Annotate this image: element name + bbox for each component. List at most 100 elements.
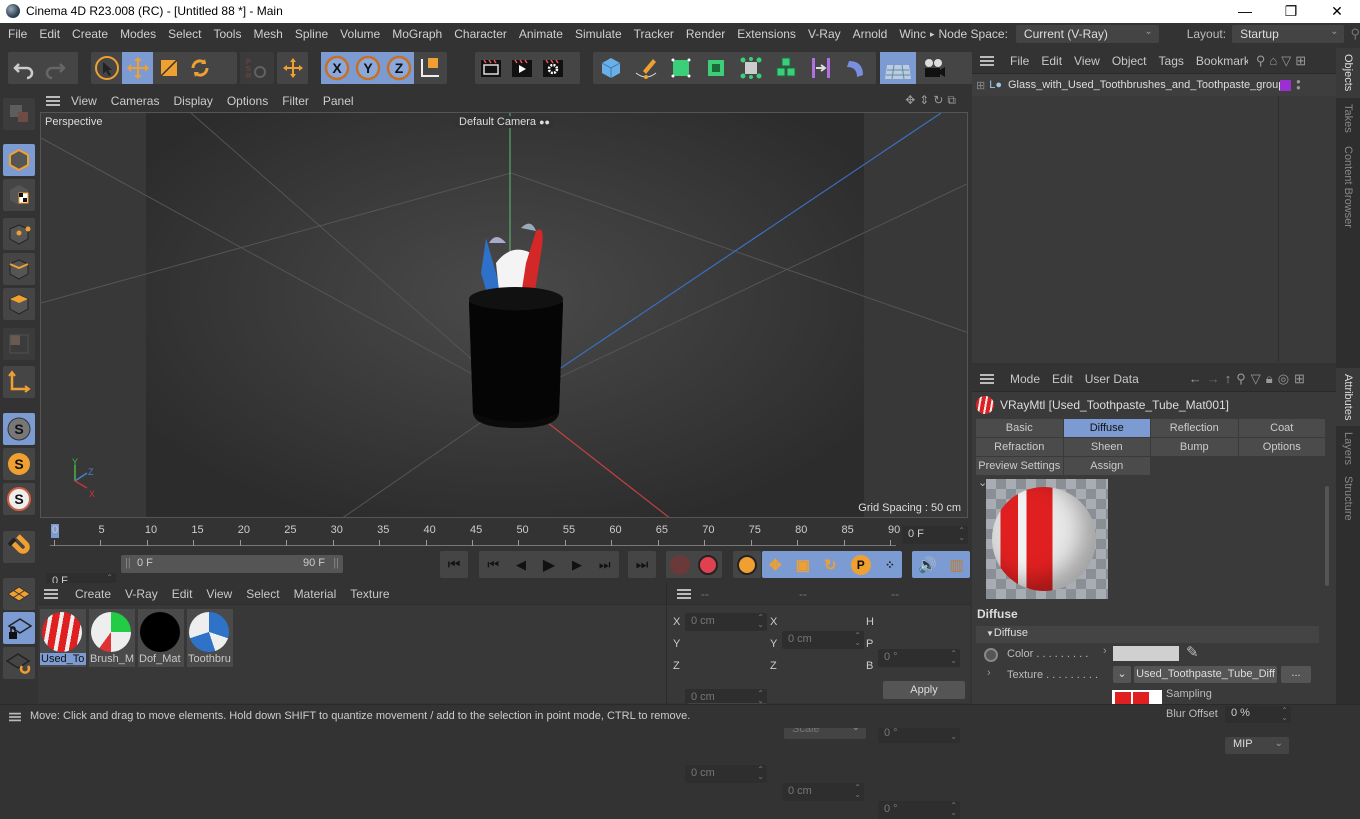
node-space-dropdown[interactable]: Current (V-Ray) ⌄ [1015,25,1159,43]
uv-mode-button[interactable] [3,328,35,360]
film-strip-button[interactable]: ▥ [950,556,964,574]
new-window-icon[interactable]: ⊞ [1294,371,1310,386]
texture-browse-button[interactable]: ... [1281,666,1311,683]
menu-tools[interactable]: Tools [207,27,247,41]
spinner-icon[interactable]: ⌃⌄ [950,802,957,817]
material-menu-icon[interactable] [44,588,58,599]
apply-button[interactable]: Apply [883,681,965,699]
model-mode-button[interactable] [3,144,35,176]
coord-value-field[interactable]: 0 cm ⌃⌄ [782,631,864,649]
filter-icon[interactable]: ▽ [1281,53,1295,68]
object-row[interactable]: ⊞ L● Glass_with_Used_Toothbrushes_and_To… [972,74,1336,96]
close-button[interactable]: ✕ [1314,0,1360,23]
menu-tracker[interactable]: Tracker [628,27,680,41]
edge-mode-button[interactable] [3,253,35,285]
new-window-icon[interactable]: ⊞ [1295,53,1310,68]
viewport-maximize-icon[interactable]: ⧉ [947,93,960,107]
menu-mesh[interactable]: Mesh [247,27,288,41]
floor-button[interactable] [880,52,916,84]
search-icon[interactable]: ⚲ [1236,371,1251,386]
menu-select[interactable]: Select [162,27,207,41]
color-swatch[interactable] [1113,646,1179,661]
y-axis-button[interactable]: Y [352,52,383,84]
rotate-tool-button[interactable] [184,52,215,84]
back-arrow-icon[interactable]: ← [1189,371,1207,386]
next-frame-button[interactable]: ▶ [572,557,582,573]
object-menu-icon[interactable] [980,55,994,66]
scale-tool-button[interactable] [153,52,184,84]
material-menu-vray[interactable]: V-Ray [118,587,165,601]
viewport-move-icon[interactable]: ⇕ [919,93,933,107]
tab-layers[interactable]: Layers [1336,426,1360,470]
tab-content-browser[interactable]: Content Browser [1336,140,1360,230]
x-axis-button[interactable]: X [321,52,352,84]
attribute-menu-edit[interactable]: Edit [1046,372,1079,386]
search-icon[interactable]: ⚲ [1350,26,1360,42]
menu-modes[interactable]: Modes [114,27,162,41]
spinner-icon[interactable]: ⌃⌄ [854,784,861,799]
spinner-icon[interactable]: ⌃⌄ [757,614,764,629]
undo-button[interactable] [8,52,39,84]
subdivision-surface-button[interactable] [663,52,698,84]
menu-mograph[interactable]: MoGraph [386,27,448,41]
play-button[interactable]: ▶ [543,555,555,575]
attribute-tab[interactable]: Refraction [976,438,1063,456]
camera-label[interactable]: Default Camera ●● [455,116,554,128]
prev-frame-button[interactable]: ◀ [516,557,526,573]
menu-vray[interactable]: V-Ray [802,27,847,41]
viewport-menu-filter[interactable]: Filter [275,94,316,108]
home-icon[interactable]: ⌂ [1269,53,1281,68]
keyframe-settings-button[interactable] [733,551,761,578]
viewport-pan-icon[interactable]: ✥ [905,93,919,107]
layer-color-tag[interactable] [1279,79,1291,91]
menu-animate[interactable]: Animate [513,27,569,41]
coord-value-field[interactable]: 0 cm ⌃⌄ [782,783,864,801]
maximize-button[interactable]: ❐ [1268,0,1314,23]
3d-viewport[interactable]: Perspective Default Camera ●● Grid Spaci… [40,112,968,518]
coordinates-menu-icon[interactable] [677,588,691,599]
coord-value-field[interactable]: 0 ° ⌃ ⌄ [878,649,960,667]
spinner-icon[interactable]: ⌃⌄ [757,766,764,781]
spinner-icon[interactable]: ⌃⌄ [950,650,957,665]
color-expand-icon[interactable]: › [1103,645,1107,657]
texture-expand-icon[interactable]: › [987,667,991,679]
material-menu-material[interactable]: Material [287,587,344,601]
tab-attributes[interactable]: Attributes [1336,368,1360,426]
object-menu-view[interactable]: View [1068,54,1106,68]
visibility-dots-icon[interactable]: ● ● [1296,78,1301,92]
goto-end-button[interactable]: ⏭ [628,551,656,578]
attribute-tab[interactable]: Reflection [1151,419,1238,437]
material-menu-view[interactable]: View [199,587,239,601]
coord-value-field[interactable]: 0 ° ⌃ ⌄ [878,801,960,819]
expand-icon[interactable]: ⊞ [976,79,985,92]
object-name[interactable]: Glass_with_Used_Toothbrushes_and_Toothpa… [1008,79,1280,91]
up-arrow-icon[interactable]: ↑ [1225,371,1237,386]
key-rotation-button[interactable]: ↻ [824,556,837,574]
next-key-button[interactable]: ⏭ [599,557,611,573]
attribute-tab[interactable]: Preview Settings [976,457,1063,475]
attribute-tab[interactable]: Bump [1151,438,1238,456]
attribute-tab[interactable]: Sheen [1063,438,1150,456]
material-swatch[interactable]: Used_To [40,609,86,667]
menu-character[interactable]: Character [448,27,513,41]
attribute-tab[interactable]: Diffuse [1063,419,1150,437]
menu-arnold[interactable]: Arnold [847,27,894,41]
move-tool-button[interactable] [122,52,153,84]
eyedropper-icon[interactable]: ✎ [1186,643,1199,661]
key-pla-button[interactable]: ⁘ [885,558,895,572]
psr-button[interactable]: PSR [240,52,271,84]
menu-window[interactable]: Winc [893,27,928,41]
cloner-button[interactable] [733,52,768,84]
make-editable-button[interactable] [3,98,35,130]
render-settings-button[interactable] [537,52,568,84]
timeline-ruler[interactable]: 0 5 10 15 20 25 30 35 40 45 50 55 60 65 70 75 80 85 90 [50,522,900,546]
menu-file[interactable]: File [0,27,33,41]
prev-key-button[interactable]: ⏮ [487,557,499,573]
bend-button[interactable] [838,52,873,84]
viewport-menu-icon[interactable] [46,96,60,106]
sound-button[interactable]: 🔊 [918,556,937,574]
axis-mode-button[interactable] [3,366,35,398]
tab-takes[interactable]: Takes [1336,98,1360,140]
redo-button[interactable] [39,52,70,84]
frame-range-slider[interactable]: || 0 F 90 F || [121,555,343,573]
